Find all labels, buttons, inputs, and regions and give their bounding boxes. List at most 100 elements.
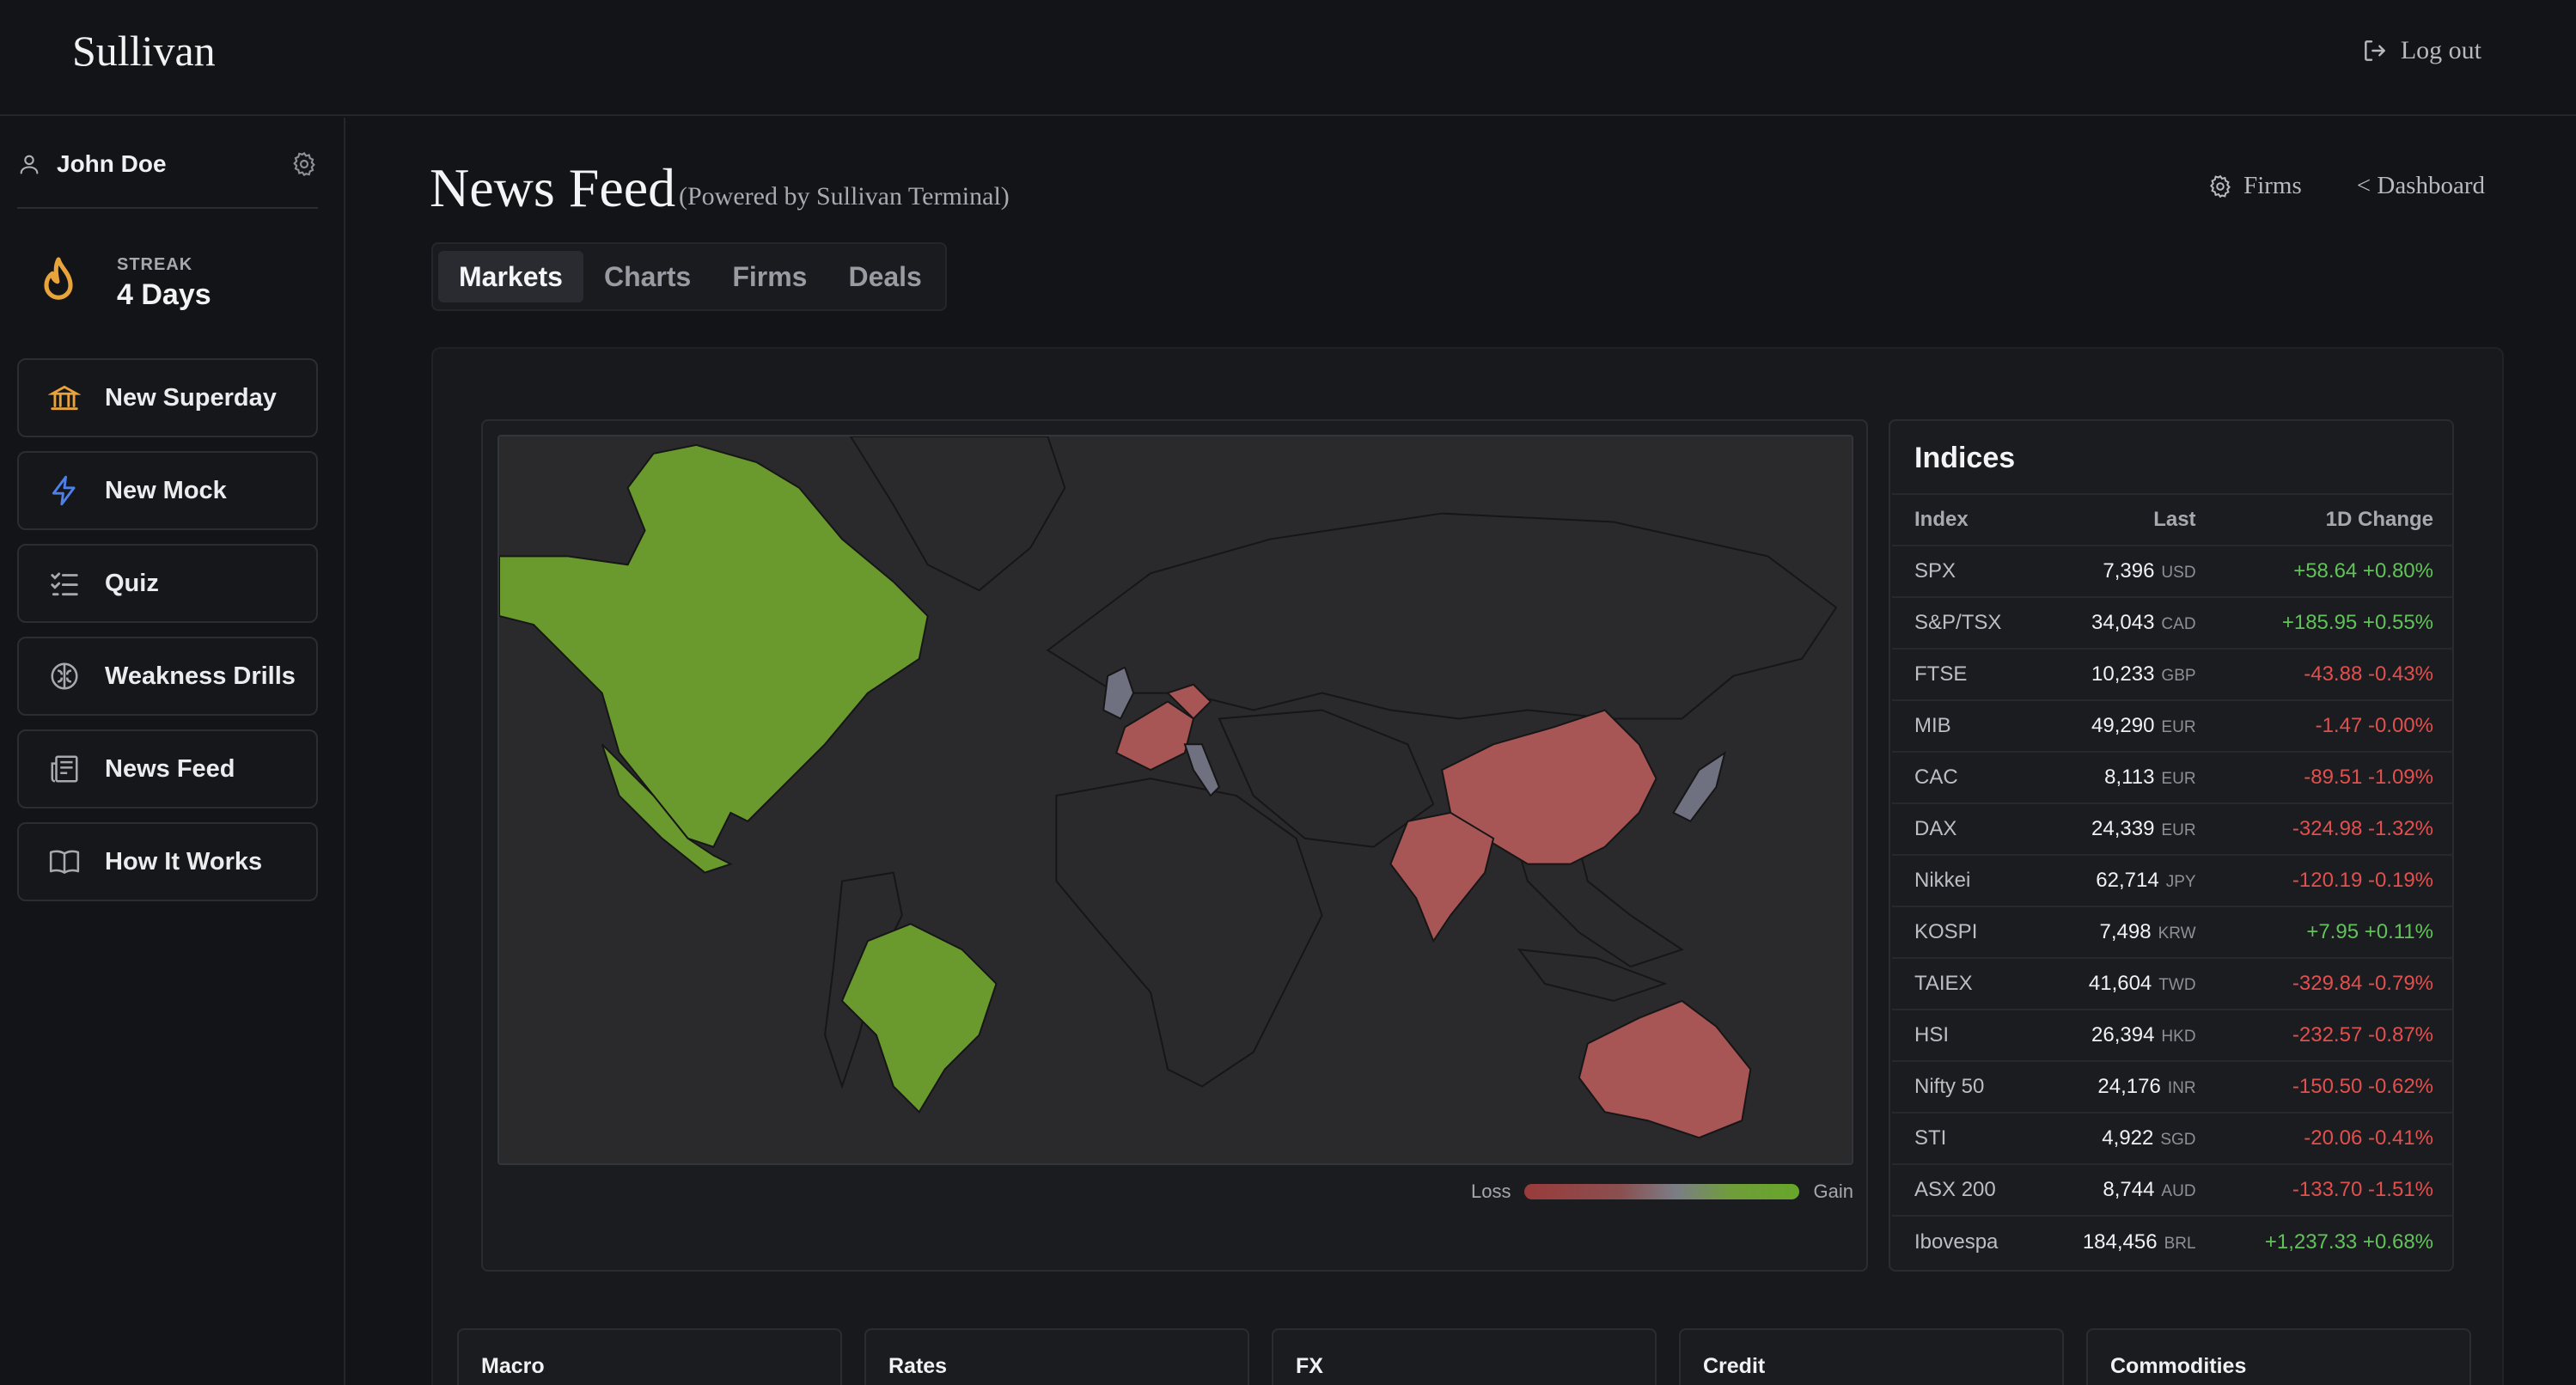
card-rates[interactable]: Rates [864, 1328, 1249, 1385]
index-last: 7,498 KRW [2041, 906, 2196, 958]
index-last-value: 41,604 [2088, 972, 2152, 995]
bank-icon [48, 385, 81, 411]
table-row[interactable]: TAIEX 41,604 TWD -329.84 -0.79% [1892, 957, 2454, 1010]
tab-charts[interactable]: Charts [583, 251, 711, 302]
section-tabs: Markets Charts Firms Deals [431, 242, 947, 311]
indices-panel: Indices Index Last 1D Change SPX 7,396 USD… [1889, 419, 2454, 1272]
table-row[interactable]: FTSE 10,233 GBP -43.88 -0.43% [1892, 648, 2454, 700]
map-legend: Loss Gain [1471, 1181, 1853, 1203]
index-last: 184,456 BRL [2041, 1215, 2196, 1267]
newspaper-icon [51, 755, 78, 783]
top-bar: Sullivan Log out [0, 0, 2576, 116]
settings-gear-icon[interactable] [290, 150, 318, 178]
nav-how-it-works[interactable]: How It Works [17, 822, 318, 901]
nav-new-mock[interactable]: New Mock [17, 451, 318, 530]
index-last-value: 184,456 [2082, 1229, 2158, 1254]
index-currency: JPY [2165, 873, 2196, 891]
index-change: +7.95 +0.11% [2195, 906, 2454, 958]
brand-logo[interactable]: Sullivan [72, 26, 216, 76]
index-name: STI [1892, 1112, 2042, 1164]
card-credit[interactable]: Credit [1679, 1328, 2064, 1385]
nav-weakness-drills[interactable]: Weakness Drills [17, 637, 318, 716]
table-row[interactable]: Nifty 50 24,176 INR -150.50 -0.62% [1892, 1060, 2454, 1113]
table-row[interactable]: KOSPI 7,498 KRW +7.95 +0.11% [1892, 906, 2454, 958]
world-map-svg [499, 436, 1838, 1139]
index-currency: TWD [2158, 976, 2196, 994]
col-change: 1D Change [2195, 493, 2454, 546]
index-currency: EUR [2161, 718, 2196, 736]
table-row[interactable]: STI 4,922 SGD -20.06 -0.41% [1892, 1112, 2454, 1164]
index-change: -120.19 -0.19% [2195, 854, 2454, 906]
indices-table: Index Last 1D Change SPX 7,396 USD +58.64 +… [1892, 493, 2454, 1267]
table-row[interactable]: S&P/TSX 34,043 CAD +185.95 +0.55% [1892, 596, 2454, 649]
nav-label: Quiz [105, 569, 159, 597]
tab-deals[interactable]: Deals [827, 251, 942, 302]
user-name: John Doe [57, 150, 167, 177]
map-brazil [840, 923, 998, 1113]
page-title: News Feed [430, 157, 676, 218]
index-change: -232.57 -0.87% [2195, 1009, 2454, 1061]
index-name: CAC [1892, 751, 2042, 803]
map-greenland [849, 436, 1066, 592]
world-map[interactable] [497, 435, 1853, 1165]
index-last-value: 10,233 [2091, 662, 2155, 686]
index-name: Nikkei [1892, 854, 2042, 906]
legend-loss-label: Loss [1471, 1181, 1511, 1202]
index-currency: INR [2167, 1079, 2196, 1097]
nav-label: New Superday [105, 383, 277, 412]
map-eurasia [1046, 512, 1838, 720]
index-currency: KRW [2158, 924, 2196, 943]
card-macro[interactable]: Macro [457, 1328, 842, 1385]
table-row[interactable]: DAX 24,339 EUR -324.98 -1.32% [1892, 802, 2454, 855]
gear-icon [2210, 174, 2231, 198]
card-fx[interactable]: FX [1272, 1328, 1657, 1385]
index-last: 8,744 AUD [2041, 1163, 2196, 1216]
page-subtitle: (Powered by Sullivan Terminal) [679, 182, 1010, 210]
flame-icon [44, 257, 73, 300]
nav-label: How It Works [105, 847, 263, 876]
header-links: Firms < Dashboard [2207, 172, 2485, 200]
index-last: 4,922 SGD [2041, 1112, 2196, 1164]
index-last-value: 24,176 [2097, 1075, 2161, 1098]
table-row[interactable]: MIB 49,290 EUR -1.47 -0.00% [1892, 699, 2454, 752]
logout-button[interactable]: Log out [2361, 36, 2481, 65]
table-row[interactable]: HSI 26,394 HKD -232.57 -0.87% [1892, 1009, 2454, 1061]
user-row: John Doe [17, 150, 318, 178]
card-commodities[interactable]: Commodities [2086, 1328, 2471, 1385]
firms-link[interactable]: Firms [2207, 172, 2302, 200]
index-change: -324.98 -1.32% [2195, 802, 2454, 855]
nav-new-superday[interactable]: New Superday [17, 358, 318, 437]
streak-label: STREAK [117, 255, 193, 274]
col-index: Index [1892, 493, 2042, 546]
table-row[interactable]: Ibovespa 184,456 BRL +1,237.33 +0.68% [1892, 1215, 2454, 1267]
nav-label: Weakness Drills [105, 662, 296, 690]
index-last-value: 49,290 [2091, 714, 2155, 737]
index-change: -150.50 -0.62% [2195, 1060, 2454, 1113]
streak-value: 4 Days [117, 278, 211, 311]
nav-label: News Feed [105, 754, 235, 783]
index-currency: EUR [2161, 770, 2196, 788]
logout-icon [2364, 40, 2385, 61]
table-row[interactable]: CAC 8,113 EUR -89.51 -1.09% [1892, 751, 2454, 803]
table-row[interactable]: ASX 200 8,744 AUD -133.70 -1.51% [1892, 1163, 2454, 1216]
index-last-value: 7,498 [2099, 920, 2152, 943]
index-last: 49,290 EUR [2041, 699, 2196, 752]
index-name: DAX [1892, 802, 2042, 855]
index-last: 24,176 INR [2041, 1060, 2196, 1113]
nav-news-feed[interactable]: News Feed [17, 729, 318, 808]
tab-firms[interactable]: Firms [711, 251, 827, 302]
legend-gain-label: Gain [1813, 1181, 1853, 1202]
index-currency: SGD [2160, 1131, 2196, 1149]
streak-widget: STREAK 4 Days [34, 255, 211, 312]
index-last: 8,113 EUR [2041, 751, 2196, 803]
table-row[interactable]: SPX 7,396 USD +58.64 +0.80% [1892, 545, 2454, 597]
dashboard-link[interactable]: < Dashboard [2357, 172, 2485, 200]
index-change: -133.70 -1.51% [2195, 1163, 2454, 1216]
tab-markets[interactable]: Markets [438, 251, 583, 302]
index-last: 34,043 CAD [2041, 596, 2196, 649]
sidebar-nav: New Superday New Mock Quiz Weakness Dril… [17, 358, 318, 915]
table-row[interactable]: Nikkei 62,714 JPY -120.19 -0.19% [1892, 854, 2454, 906]
logout-label: Log out [2400, 36, 2481, 64]
nav-quiz[interactable]: Quiz [17, 544, 318, 623]
col-last: Last [2041, 493, 2196, 546]
